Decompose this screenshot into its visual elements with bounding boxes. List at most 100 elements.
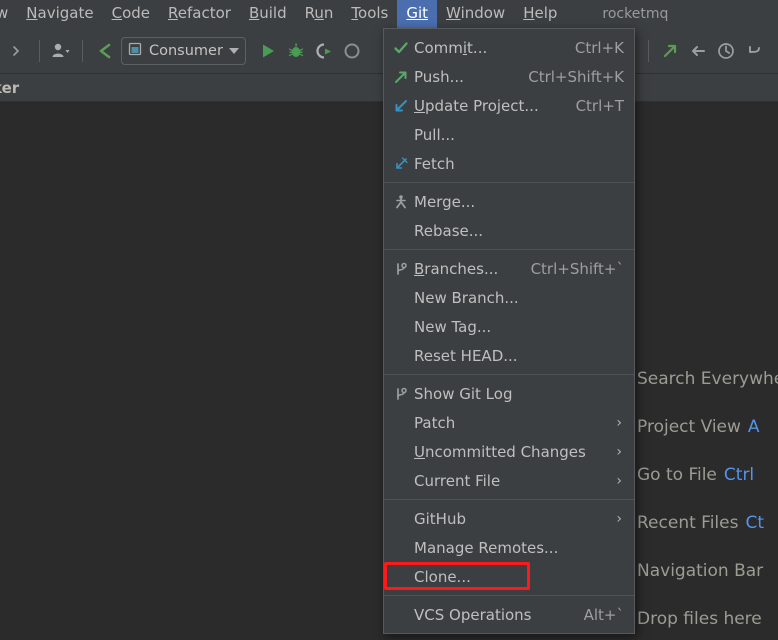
no-icon [388,509,414,529]
list-item: Navigation Bar [637,547,778,595]
menu-item-label: Uncommitted Changes [414,442,586,461]
menu-item-new-branch[interactable]: New Branch... [384,283,634,312]
hint-label: Go to File [637,465,717,485]
menu-item-show-git-log[interactable]: Show Git Log [384,379,634,408]
menu-item-help[interactable]: Help [514,0,566,28]
menu-item-fetch[interactable]: Fetch [384,149,634,178]
no-icon [388,221,414,241]
menu-item-git[interactable]: Git [397,0,438,28]
menu-item-patch[interactable]: Patch › [384,408,634,437]
menu-item-github[interactable]: GitHub › [384,504,634,533]
menu-item-branches[interactable]: Branches... Ctrl+Shift+` [384,254,634,283]
no-icon [388,538,414,558]
menu-item-rebase[interactable]: Rebase... [384,216,634,245]
menu-item-update-project[interactable]: Update Project... Ctrl+T [384,91,634,120]
run-configuration-icon [127,41,143,61]
menu-item-push[interactable]: Push... Ctrl+Shift+K [384,62,634,91]
run-with-coverage-icon[interactable] [310,37,338,65]
breadcrumb-label: ker [0,78,20,97]
menu-item-accelerator: Ctrl+K [574,38,624,57]
list-item: Drop files here [637,595,778,640]
menu-item-label: Clone... [414,567,471,586]
toolbar-divider [39,39,40,62]
menu-divider [384,249,634,250]
menu-item-label: Branches... [414,259,499,278]
branch-icon [388,259,414,279]
menu-item-new-tag[interactable]: New Tag... [384,312,634,341]
menu-item-label: Commit... [414,38,488,57]
list-item: Go to File Ctrl [637,451,778,499]
menu-item-build[interactable]: Build [240,0,296,28]
run-configuration-label: Consumer [149,42,223,59]
menu-item-label: Reset HEAD... [414,346,518,365]
stop-icon[interactable] [338,37,366,65]
user-avatar-icon[interactable] [47,37,75,65]
green-up-right-arrow-icon [388,67,414,87]
menu-item-accelerator: Ctrl+Shift+` [530,259,624,278]
submenu-chevron-right-icon: › [616,414,622,431]
menu-item-code[interactable]: Code [103,0,159,28]
toolbar-overflow-icon[interactable] [4,37,32,65]
menu-item-uncommitted-changes[interactable]: Uncommitted Changes › [384,437,634,466]
menu-item-manage-remotes[interactable]: Manage Remotes... [384,533,634,562]
no-icon [388,346,414,366]
menu-item-merge[interactable]: Merge... [384,187,634,216]
menu-item-pull[interactable]: Pull... [384,120,634,149]
menu-item-label: n [323,4,334,22]
run-play-icon[interactable] [254,37,282,65]
menu-item-label: Git [406,4,429,22]
menu-item-run[interactable]: Run [296,0,343,28]
menu-item-accelerator: Alt+` [583,605,624,624]
branch-icon [388,384,414,404]
no-icon [388,413,414,433]
run-configuration-selector[interactable]: Consumer [121,36,246,65]
menu-item-label: indow [460,4,506,22]
menu-divider [384,499,634,500]
menu-item-refactor[interactable]: Refactor [159,0,240,28]
ide-window: Search Everywhere Project View A Go to F… [0,0,778,640]
menu-item-commit[interactable]: Commit... Ctrl+K [384,33,634,62]
hint-shortcut: Ctrl [723,465,755,485]
menu-item-navigate[interactable]: Navigate [17,0,102,28]
green-check-icon [388,38,414,58]
menu-item-label: VCS Operations [414,605,532,624]
submenu-chevron-right-icon: › [616,472,622,489]
menu-item-label: Merge... [414,192,476,211]
menu-item-reset-head[interactable]: Reset HEAD... [384,341,634,370]
hint-label: Drop files here [637,609,762,629]
menu-item-label: Update Project... [414,96,539,115]
git-push-arrow-icon[interactable] [656,37,684,65]
menu-item-label: w [0,4,9,22]
hint-shortcut: A [747,417,760,437]
no-icon [388,442,414,462]
menu-item-window[interactable]: Window [437,0,514,28]
back-arrow-icon[interactable] [90,37,118,65]
blue-fetch-arrow-icon [388,154,414,174]
menu-item-accelerator: Ctrl+Shift+K [528,67,624,86]
menu-item-label: Current File [414,471,501,490]
menu-item-vcs-operations[interactable]: VCS Operations Alt+` [384,600,634,629]
list-item: Recent Files Ct [637,499,778,547]
hint-shortcut: Ct [745,513,765,533]
clock-history-icon[interactable] [712,37,740,65]
menu-item-label: New Tag... [414,317,492,336]
menu-item-clone[interactable]: Clone... [384,562,634,591]
undo-arrow-icon[interactable] [740,37,768,65]
chevron-down-icon[interactable] [228,47,239,54]
menu-item-label: ools [358,4,389,22]
menu-item-label: Rebase... [414,221,484,240]
menu-item-label: efactor [177,4,231,22]
submenu-chevron-right-icon: › [616,510,622,527]
no-icon [388,125,414,145]
project-name-label: rocketmq [602,6,669,22]
git-update-arrow-icon[interactable] [684,37,712,65]
menu-item-label: Show Git Log [414,384,513,403]
menu-divider [384,374,634,375]
menu-item-tools[interactable]: Tools [342,0,397,28]
toolbar-divider [82,39,83,62]
debug-bug-icon[interactable] [282,37,310,65]
menu-item-window-truncated[interactable]: w [0,0,17,28]
submenu-chevron-right-icon: › [616,443,622,460]
menu-item-accelerator: Ctrl+T [575,96,624,115]
menu-item-current-file[interactable]: Current File › [384,466,634,495]
